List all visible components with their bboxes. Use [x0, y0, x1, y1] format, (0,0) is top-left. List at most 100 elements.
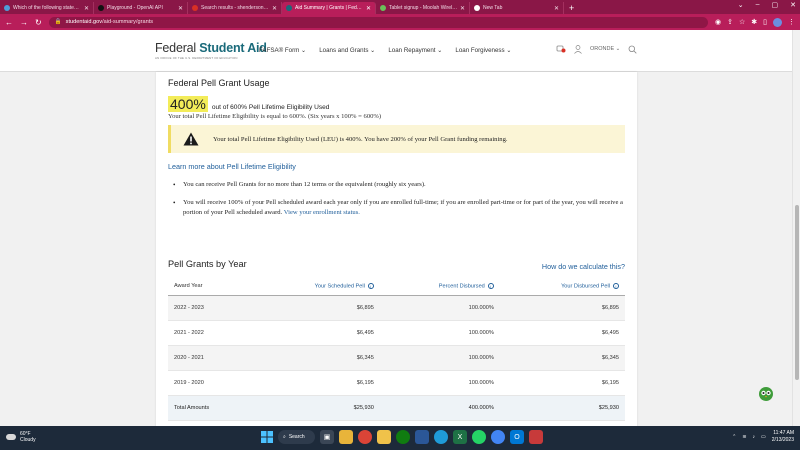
url-domain: studentaid.gov [65, 19, 103, 25]
xbox-icon[interactable] [396, 430, 410, 444]
app-icon[interactable] [529, 430, 543, 444]
search-icon[interactable] [628, 45, 637, 54]
column-header-year: Award Year [168, 278, 253, 296]
cell-disbursed: $6,495 [499, 320, 625, 346]
menu-dots-icon[interactable]: ⋮ [788, 18, 795, 26]
close-icon[interactable]: ✕ [790, 1, 796, 9]
reload-icon[interactable]: ↻ [35, 18, 42, 27]
cell-percent: 100.000% [379, 295, 500, 321]
browser-tab[interactable]: Which of the following statemen ✕ [0, 2, 94, 14]
list-item-text: You will receive 100% of your Pell sched… [183, 199, 623, 216]
task-view-icon[interactable]: ▣ [320, 430, 334, 444]
nav-label: Loan Forgiveness [455, 47, 505, 54]
owl-extension-icon[interactable] [758, 386, 774, 402]
info-icon[interactable]: i [487, 283, 494, 289]
cell-scheduled: $6,345 [252, 345, 380, 371]
column-header-label: Award Year [174, 283, 203, 290]
folder-icon[interactable] [377, 430, 391, 444]
sidebar-icon[interactable]: ▯ [763, 18, 767, 26]
extension-icon[interactable]: ◉ [715, 18, 721, 26]
windows-start-icon[interactable] [261, 431, 273, 443]
speaker-icon[interactable]: ♪ [753, 434, 756, 440]
clock[interactable]: 11:47 AM 2/13/2023 [772, 430, 794, 444]
logo-subtitle: AN OFFICE OF THE U.S. DEPARTMENT OF EDUC… [155, 56, 238, 60]
warning-icon [183, 132, 199, 146]
lock-icon: 🔒 [54, 19, 62, 25]
chevron-down-icon[interactable]: ⌄ [738, 1, 744, 9]
browser-tab[interactable]: Tablet signup - Moolah Wireless ✕ [376, 2, 470, 14]
user-name: ORONDE [590, 46, 615, 52]
chrome-icon[interactable] [358, 430, 372, 444]
share-icon[interactable]: ⇪ [727, 18, 733, 26]
close-icon[interactable]: ✕ [460, 5, 465, 12]
close-icon[interactable]: ✕ [272, 5, 277, 12]
chrome-profile-icon[interactable] [491, 430, 505, 444]
cell-year: 2021 - 2022 [168, 320, 253, 346]
clock-date: 2/13/2023 [771, 437, 794, 443]
forward-arrow-icon[interactable]: → [20, 18, 28, 27]
table-row: 2020 - 2021 $6,345 100.000% $6,345 [168, 345, 625, 371]
nav-loan-repayment[interactable]: Loan Repayment ⌄ [388, 47, 442, 54]
puzzle-icon[interactable]: ✱ [751, 18, 757, 26]
wifi-icon[interactable]: ≋ [742, 434, 746, 440]
close-icon[interactable]: ✕ [554, 5, 559, 12]
taskbar-search-label: Search [288, 434, 305, 440]
weather-widget[interactable]: 60°F Cloudy [6, 431, 36, 443]
chevron-up-icon[interactable]: ⌃ [732, 434, 736, 440]
address-bar[interactable]: 🔒 studentaid.gov /aid-summary/grants [48, 16, 708, 28]
taskbar-search[interactable]: ⌕ Search [278, 430, 315, 444]
nav-loan-forgiveness[interactable]: Loan Forgiveness ⌄ [455, 47, 511, 54]
table-row: 2019 - 2020 $6,195 100.000% $6,195 [168, 370, 625, 396]
info-icon[interactable]: i [613, 283, 619, 289]
cell-total-label: Total Amounts [168, 395, 253, 421]
maximize-icon[interactable]: ▢ [772, 1, 779, 9]
aid-summary-card: Federal Pell Grant Usage 400% out of 600… [156, 72, 637, 426]
table-header-row: Award Year Your Scheduled Pell i Percent … [168, 278, 625, 296]
column-header-percent[interactable]: Percent Disbursed i [379, 278, 500, 296]
column-header-disbursed[interactable]: Your Disbursed Pell i [499, 278, 625, 296]
bookmark-star-icon[interactable]: ☆ [739, 18, 745, 26]
edge-icon[interactable] [434, 430, 448, 444]
chevron-down-icon: ⌄ [615, 46, 621, 52]
back-arrow-icon[interactable]: ← [5, 18, 13, 27]
browser-tab-active[interactable]: Aid Summary | Grants | Federal S ✕ [282, 2, 376, 14]
tab-favicon-icon [474, 5, 480, 11]
new-tab-plus-icon[interactable]: + [569, 2, 574, 14]
browser-tab[interactable]: Search results - shenderson71@ ✕ [188, 2, 282, 14]
notification-icon[interactable] [556, 44, 566, 54]
enrollment-status-link[interactable]: View your enrollment status. [284, 209, 360, 216]
whatsapp-icon[interactable] [472, 430, 486, 444]
minimize-icon[interactable]: – [756, 1, 760, 9]
list-item-text: You can receive Pell Grants for no more … [183, 181, 426, 188]
close-icon[interactable]: ✕ [366, 5, 371, 12]
browser-tab[interactable]: New Tab ✕ [470, 2, 564, 14]
bullet-icon: • [173, 199, 176, 207]
column-header-scheduled[interactable]: Your Scheduled Pell i [252, 278, 380, 296]
main-nav: FAFSA® Form ⌄ Loans and Grants ⌄ Loan Re… [259, 47, 512, 54]
file-explorer-icon[interactable] [339, 430, 353, 444]
table-row: 2021 - 2022 $6,495 100.000% $6,495 [168, 320, 625, 346]
page-scrollbar[interactable] [792, 30, 800, 426]
close-icon[interactable]: ✕ [84, 5, 89, 12]
scrollbar-thumb[interactable] [795, 205, 799, 380]
site-header: Federal Student Aid AN OFFICE OF THE U.S… [0, 30, 792, 72]
excel-icon[interactable]: X [453, 430, 467, 444]
learn-more-link[interactable]: Learn more about Pell Lifetime Eligibili… [168, 162, 296, 171]
outlook-icon[interactable]: O [510, 430, 524, 444]
profile-avatar[interactable] [773, 17, 782, 27]
info-icon[interactable]: i [367, 283, 374, 289]
browser-tab[interactable]: Playground - OpenAI API ✕ [94, 2, 188, 14]
chevron-down-icon: ⌄ [506, 47, 512, 54]
close-icon[interactable]: ✕ [178, 5, 183, 12]
tab-label: Playground - OpenAI API [107, 5, 163, 11]
battery-icon[interactable]: ▭ [761, 434, 766, 440]
nav-label: Loans and Grants [319, 47, 369, 54]
cell-disbursed: $6,195 [499, 370, 625, 396]
nav-loans-grants[interactable]: Loans and Grants ⌄ [319, 47, 375, 54]
chevron-down-icon: ⌄ [301, 47, 307, 54]
app-icon[interactable] [415, 430, 429, 444]
calculate-link[interactable]: How do we calculate this? [542, 262, 625, 271]
user-menu[interactable]: ORONDE ⌄ [590, 46, 620, 52]
nav-fafsa[interactable]: FAFSA® Form ⌄ [259, 47, 306, 54]
site-logo[interactable]: Federal Student Aid AN OFFICE OF THE U.S… [155, 41, 267, 60]
